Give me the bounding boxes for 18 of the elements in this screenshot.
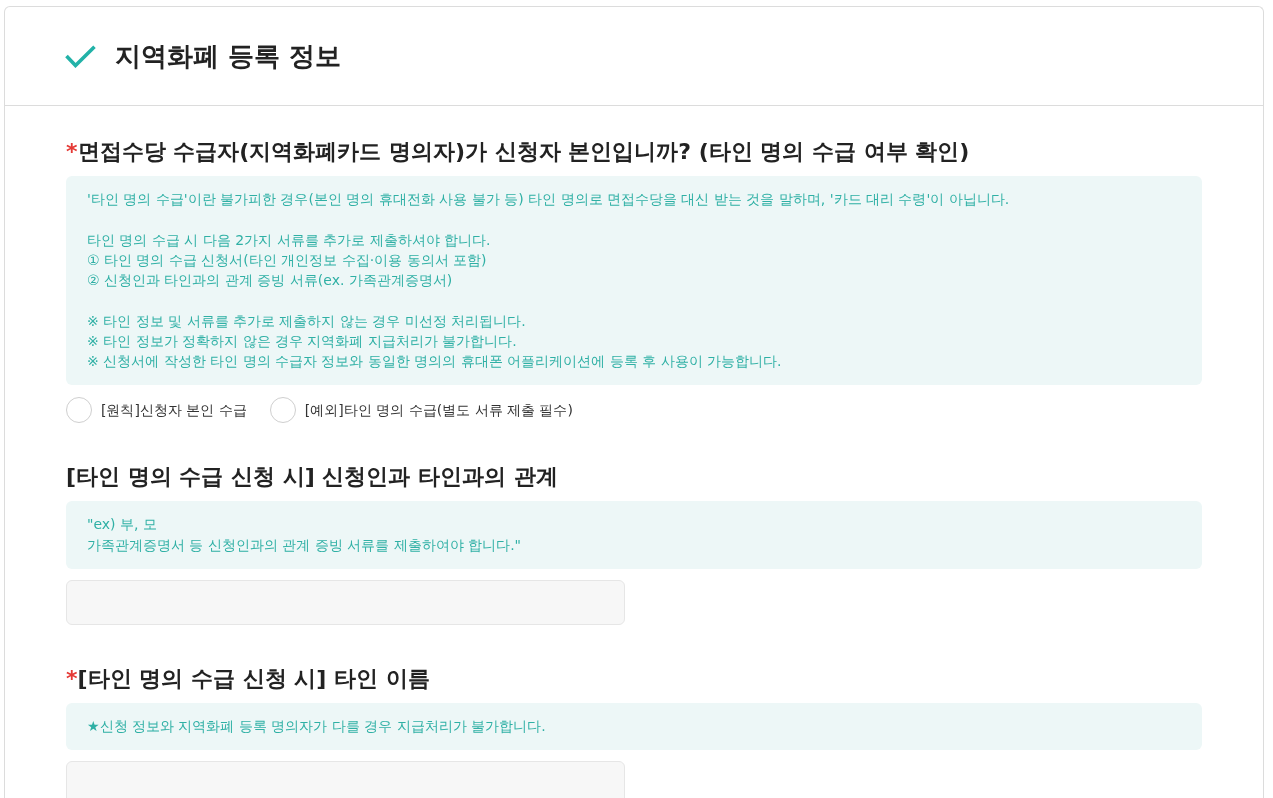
info-text: ★신청 정보와 지역화폐 등록 명의자가 다를 경우 지급처리가 불가합니다. xyxy=(87,716,547,736)
check-icon xyxy=(65,44,96,68)
radio-label[interactable]: [예외]타인 명의 수급(별도 서류 제출 필수) xyxy=(304,400,573,421)
required-mark: * xyxy=(66,664,78,693)
info-text: 타인 명의 수급 시 다음 2가지 서류를 추가로 제출하셔야 합니다. ① 타인 명의 수급 신청서(타인 개인정보 수집·이용 동의서 포함) ② 신청인과 타인과의 관계 증빙 서류(ex. 가족관계증명서) xyxy=(87,230,492,290)
section-title: 지역화폐 등록 정보 xyxy=(115,40,342,72)
text-input-field[interactable] xyxy=(66,761,625,798)
info-text: "ex) 부, 모 가족관계증명서 등 신청인과의 관계 증빙 서류를 제출하여야 합니다." xyxy=(87,515,523,555)
text-input-field[interactable] xyxy=(66,579,625,625)
question-title: 면접수당 수급자(지역화폐카드 명의자)가 신청자 본인입니까? (타인 명의 수급 여부 확인) xyxy=(77,138,970,166)
question-title: [타인 명의 수급 신청 시] 신청인과 타인과의 관계 xyxy=(66,463,558,492)
required-mark: * xyxy=(66,138,78,166)
question-title: [타인 명의 수급 신청 시] 타인 이름 xyxy=(77,664,430,693)
radio-button[interactable] xyxy=(66,397,92,424)
info-text: ※ 타인 정보 및 서류를 추가로 제출하지 않는 경우 미선정 처리됩니다. ※ 타인 정보가 정확하지 않은 경우 지역화폐 지급처리가 불가합니다. ※ 신청서에 작성한 타인 명의 수급자 정보와 동일한 명의의 휴대폰 어플리케이션에 등록 후 사용이 가능합니다. xyxy=(87,311,783,371)
radio-button[interactable] xyxy=(269,397,296,424)
info-text: '타인 명의 수급'이란 불가피한 경우(본인 명의 휴대전화 사용 불가 등) 타인 명의로 면접수당을 대신 받는 것을 말하며, '카드 대리 수령'이 아닙니다. xyxy=(87,190,1011,209)
radio-label[interactable]: [원칙]신청자 본인 수급 xyxy=(101,400,247,421)
